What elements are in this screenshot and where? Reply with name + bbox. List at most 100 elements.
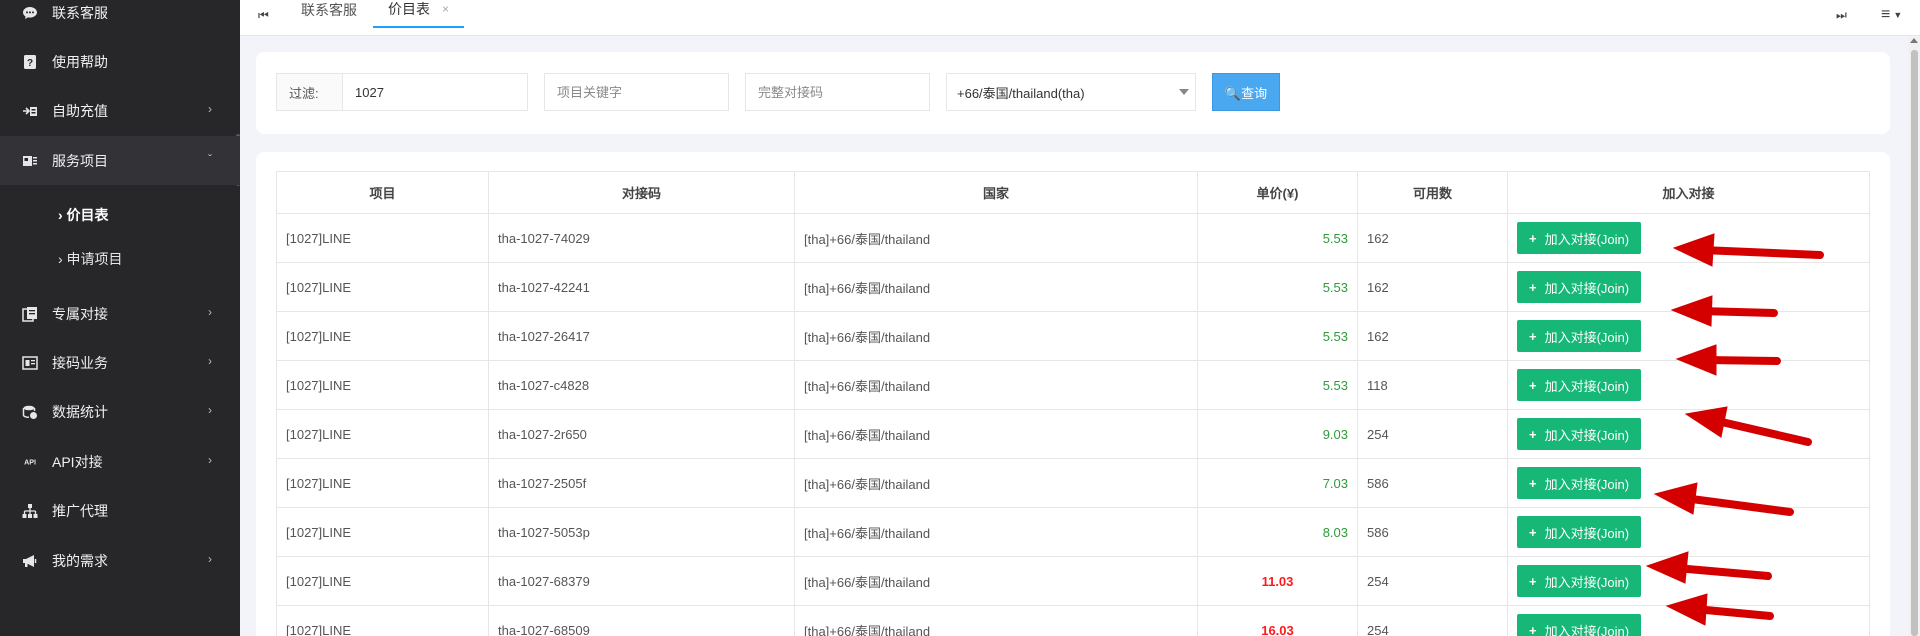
project-cell: [1027]LINE <box>276 213 489 263</box>
country-cell: [tha]+66/泰国/thailand <box>794 507 1198 557</box>
sidebar-item-contact[interactable]: 联系客服 <box>0 0 240 37</box>
country-cell: [tha]+66/泰国/thailand <box>794 605 1198 636</box>
join-button[interactable]: + 加入对接(Join) <box>1517 516 1642 548</box>
available-cell: 254 <box>1357 409 1508 459</box>
join-cell: + 加入对接(Join) <box>1507 311 1870 361</box>
chevron-down-icon: ˇ <box>208 151 212 166</box>
sidebar-item-help[interactable]: ? 使用帮助 <box>0 37 240 86</box>
chevron-right-icon: › <box>208 402 212 417</box>
plus-icon: + <box>1529 426 1537 442</box>
table-row: [1027]LINE tha-1027-74029 [tha]+66/泰国/th… <box>276 213 1870 263</box>
exclusive-icon <box>22 306 38 322</box>
query-button-label: 🔍查询 <box>1224 85 1268 101</box>
filter-input[interactable] <box>342 73 528 111</box>
svg-text:?: ? <box>27 58 33 69</box>
sidebar-item-exclusive[interactable]: 专属对接 › <box>0 289 240 338</box>
available-cell: 254 <box>1357 605 1508 636</box>
country-cell: [tha]+66/泰国/thailand <box>794 458 1198 508</box>
tabs-last-icon[interactable]: ⏭ <box>1836 0 1847 30</box>
caret-down-icon: ▼ <box>1893 10 1903 20</box>
column-header[interactable]: 加入对接 <box>1507 171 1870 214</box>
country-cell: [tha]+66/泰国/thailand <box>794 262 1198 312</box>
join-button[interactable]: + 加入对接(Join) <box>1517 467 1642 499</box>
project-keyword-input[interactable] <box>544 73 729 111</box>
sidebar-item-label: API对接 <box>52 453 103 470</box>
query-button[interactable]: 🔍查询 <box>1212 73 1280 111</box>
join-cell: + 加入对接(Join) <box>1507 507 1870 557</box>
join-button-label: 加入对接(Join) <box>1544 280 1630 296</box>
plus-icon: + <box>1529 377 1537 393</box>
project-cell: [1027]LINE <box>276 507 489 557</box>
plus-icon: + <box>1529 475 1537 491</box>
code-cell: tha-1027-2505f <box>488 458 795 508</box>
sidebar-subitem-label: › 申请项目 <box>58 251 123 267</box>
chevron-right-icon: › <box>208 304 212 319</box>
country-cell: [tha]+66/泰国/thailand <box>794 311 1198 361</box>
join-button[interactable]: + 加入对接(Join) <box>1517 222 1642 254</box>
sidebar-item-label: 专属对接 <box>52 305 108 322</box>
tab-bar: ⏮ 联系客服 价目表 × ⏭ ≡ ▼ <box>240 0 1920 36</box>
scroll-up-icon[interactable] <box>1910 38 1918 43</box>
plus-icon: + <box>1529 328 1537 344</box>
chat-icon <box>22 5 38 21</box>
join-cell: + 加入对接(Join) <box>1507 409 1870 459</box>
sidebar-subitem-apply-project[interactable]: › 申请项目 <box>0 237 240 281</box>
join-button[interactable]: + 加入对接(Join) <box>1517 271 1642 303</box>
available-cell: 162 <box>1357 213 1508 263</box>
available-cell: 254 <box>1357 556 1508 606</box>
join-cell: + 加入对接(Join) <box>1507 360 1870 410</box>
sidebar-item-label: 接码业务 <box>52 354 108 371</box>
join-button[interactable]: + 加入对接(Join) <box>1517 418 1642 450</box>
close-icon[interactable]: × <box>442 2 449 16</box>
sidebar-item-sms-business[interactable]: 接码业务 › <box>0 338 240 387</box>
code-cell: tha-1027-68509 <box>488 605 795 636</box>
join-cell: + 加入对接(Join) <box>1507 213 1870 263</box>
column-header[interactable]: 国家 <box>794 171 1198 214</box>
column-header[interactable]: 项目 <box>276 171 489 214</box>
sidebar-item-my-needs[interactable]: 我的需求 › <box>0 536 240 585</box>
tabs-first-icon[interactable]: ⏮ <box>258 0 269 30</box>
tab-price-list[interactable]: 价目表 × <box>373 0 465 28</box>
sidebar-item-label: 自助充值 <box>52 102 108 119</box>
filter-label: 过滤: <box>276 73 343 111</box>
price-cell: 9.03 <box>1197 409 1358 459</box>
price-cell: 5.53 <box>1197 311 1358 361</box>
join-cell: + 加入对接(Join) <box>1507 605 1870 636</box>
column-header[interactable]: 对接码 <box>488 171 795 214</box>
page-scrollbar[interactable] <box>1908 36 1920 636</box>
join-cell: + 加入对接(Join) <box>1507 262 1870 312</box>
country-cell: [tha]+66/泰国/thailand <box>794 360 1198 410</box>
table-row: [1027]LINE tha-1027-68379 [tha]+66/泰国/th… <box>276 556 1870 606</box>
join-button-label: 加入对接(Join) <box>1544 623 1630 636</box>
sidebar-item-agent[interactable]: 推广代理 <box>0 486 240 535</box>
tab-contact[interactable]: 联系客服 <box>286 0 372 28</box>
plus-icon: + <box>1529 573 1537 589</box>
api-icon: API <box>22 454 38 470</box>
country-cell: [tha]+66/泰国/thailand <box>794 409 1198 459</box>
scrollbar-thumb[interactable] <box>1911 50 1918 636</box>
sidebar-item-label: 数据统计 <box>52 403 108 420</box>
join-button[interactable]: + 加入对接(Join) <box>1517 320 1642 352</box>
column-header[interactable]: 可用数 <box>1357 171 1508 214</box>
sidebar-subitem-price-list[interactable]: › 价目表 <box>0 193 240 237</box>
plus-icon: + <box>1529 622 1537 636</box>
country-select[interactable]: +66/泰国/thailand(tha) <box>946 73 1196 111</box>
join-button[interactable]: + 加入对接(Join) <box>1517 565 1642 597</box>
join-button[interactable]: + 加入对接(Join) <box>1517 369 1642 401</box>
column-header[interactable]: 单价(¥) <box>1197 171 1358 214</box>
menu-glyph: ≡ <box>1881 6 1891 23</box>
project-cell: [1027]LINE <box>276 262 489 312</box>
join-button-label: 加入对接(Join) <box>1544 329 1630 345</box>
tab-label: 价目表 <box>388 1 430 17</box>
sms-business-icon <box>22 355 38 371</box>
docking-code-input[interactable] <box>745 73 930 111</box>
chevron-right-icon: › <box>208 551 212 566</box>
join-button[interactable]: + 加入对接(Join) <box>1517 614 1642 636</box>
sidebar-item-recharge[interactable]: 自助充值 › <box>0 86 240 135</box>
sidebar-item-api[interactable]: API API对接 › <box>0 437 240 486</box>
menu-icon[interactable]: ≡ ▼ <box>1881 0 1902 30</box>
code-cell: tha-1027-68379 <box>488 556 795 606</box>
sidebar-item-services[interactable]: 服务项目 ˇ <box>0 136 240 185</box>
sidebar-item-statistics[interactable]: 数据统计 › <box>0 387 240 436</box>
project-cell: [1027]LINE <box>276 311 489 361</box>
